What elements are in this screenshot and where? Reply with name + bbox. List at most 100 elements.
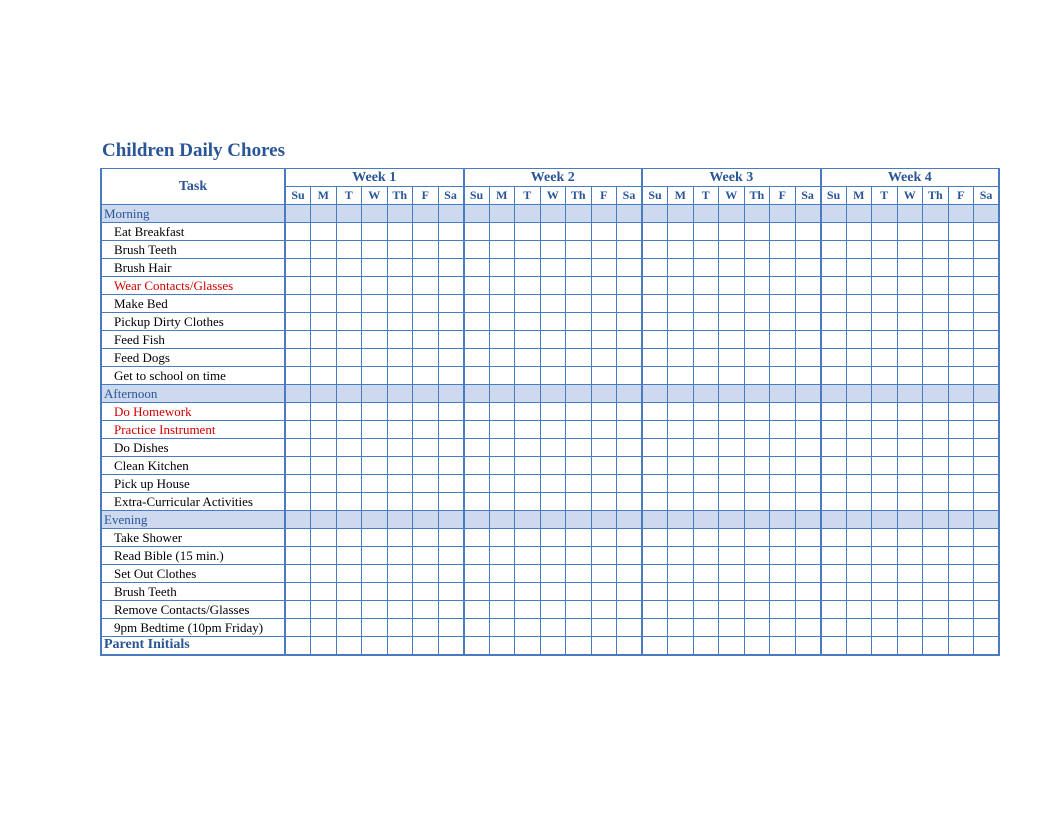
check-cell[interactable] [311,565,337,583]
check-cell[interactable] [311,295,337,313]
check-cell[interactable] [642,439,668,457]
check-cell[interactable] [566,511,592,529]
check-cell[interactable] [464,331,490,349]
check-cell[interactable] [591,313,617,331]
check-cell[interactable] [770,511,796,529]
check-cell[interactable] [846,295,872,313]
check-cell[interactable] [285,637,311,655]
check-cell[interactable] [311,457,337,475]
check-cell[interactable] [719,367,745,385]
check-cell[interactable] [387,475,413,493]
check-cell[interactable] [744,583,770,601]
check-cell[interactable] [846,349,872,367]
check-cell[interactable] [795,583,821,601]
check-cell[interactable] [617,367,643,385]
check-cell[interactable] [617,601,643,619]
check-cell[interactable] [464,241,490,259]
check-cell[interactable] [897,367,923,385]
check-cell[interactable] [489,313,515,331]
check-cell[interactable] [387,277,413,295]
check-cell[interactable] [821,277,847,295]
check-cell[interactable] [413,277,439,295]
check-cell[interactable] [770,619,796,637]
check-cell[interactable] [795,439,821,457]
check-cell[interactable] [719,457,745,475]
check-cell[interactable] [668,439,694,457]
check-cell[interactable] [387,637,413,655]
check-cell[interactable] [642,241,668,259]
check-cell[interactable] [770,493,796,511]
check-cell[interactable] [311,259,337,277]
check-cell[interactable] [668,205,694,223]
check-cell[interactable] [413,259,439,277]
check-cell[interactable] [872,421,898,439]
check-cell[interactable] [311,511,337,529]
check-cell[interactable] [795,511,821,529]
check-cell[interactable] [744,277,770,295]
check-cell[interactable] [566,565,592,583]
check-cell[interactable] [362,637,388,655]
check-cell[interactable] [362,385,388,403]
check-cell[interactable] [897,457,923,475]
check-cell[interactable] [387,583,413,601]
check-cell[interactable] [821,583,847,601]
check-cell[interactable] [540,511,566,529]
check-cell[interactable] [693,457,719,475]
check-cell[interactable] [285,439,311,457]
check-cell[interactable] [489,385,515,403]
check-cell[interactable] [744,511,770,529]
check-cell[interactable] [693,403,719,421]
check-cell[interactable] [387,457,413,475]
check-cell[interactable] [566,241,592,259]
check-cell[interactable] [413,295,439,313]
check-cell[interactable] [872,385,898,403]
check-cell[interactable] [336,313,362,331]
check-cell[interactable] [336,511,362,529]
check-cell[interactable] [719,259,745,277]
check-cell[interactable] [872,619,898,637]
check-cell[interactable] [668,601,694,619]
check-cell[interactable] [668,403,694,421]
check-cell[interactable] [923,601,949,619]
check-cell[interactable] [668,637,694,655]
check-cell[interactable] [846,619,872,637]
check-cell[interactable] [974,583,1000,601]
check-cell[interactable] [719,241,745,259]
check-cell[interactable] [387,331,413,349]
check-cell[interactable] [464,313,490,331]
check-cell[interactable] [617,313,643,331]
check-cell[interactable] [413,565,439,583]
check-cell[interactable] [744,547,770,565]
check-cell[interactable] [948,223,974,241]
check-cell[interactable] [821,475,847,493]
check-cell[interactable] [846,439,872,457]
check-cell[interactable] [693,241,719,259]
check-cell[interactable] [362,259,388,277]
check-cell[interactable] [285,385,311,403]
check-cell[interactable] [744,529,770,547]
check-cell[interactable] [489,601,515,619]
check-cell[interactable] [897,601,923,619]
check-cell[interactable] [617,547,643,565]
check-cell[interactable] [821,367,847,385]
check-cell[interactable] [795,493,821,511]
check-cell[interactable] [387,511,413,529]
check-cell[interactable] [362,367,388,385]
check-cell[interactable] [617,619,643,637]
check-cell[interactable] [489,439,515,457]
check-cell[interactable] [438,241,464,259]
check-cell[interactable] [311,421,337,439]
check-cell[interactable] [693,385,719,403]
check-cell[interactable] [846,421,872,439]
check-cell[interactable] [566,457,592,475]
check-cell[interactable] [948,511,974,529]
check-cell[interactable] [566,529,592,547]
check-cell[interactable] [311,223,337,241]
check-cell[interactable] [413,637,439,655]
check-cell[interactable] [923,421,949,439]
check-cell[interactable] [974,619,1000,637]
check-cell[interactable] [489,367,515,385]
check-cell[interactable] [387,601,413,619]
check-cell[interactable] [617,223,643,241]
check-cell[interactable] [438,367,464,385]
